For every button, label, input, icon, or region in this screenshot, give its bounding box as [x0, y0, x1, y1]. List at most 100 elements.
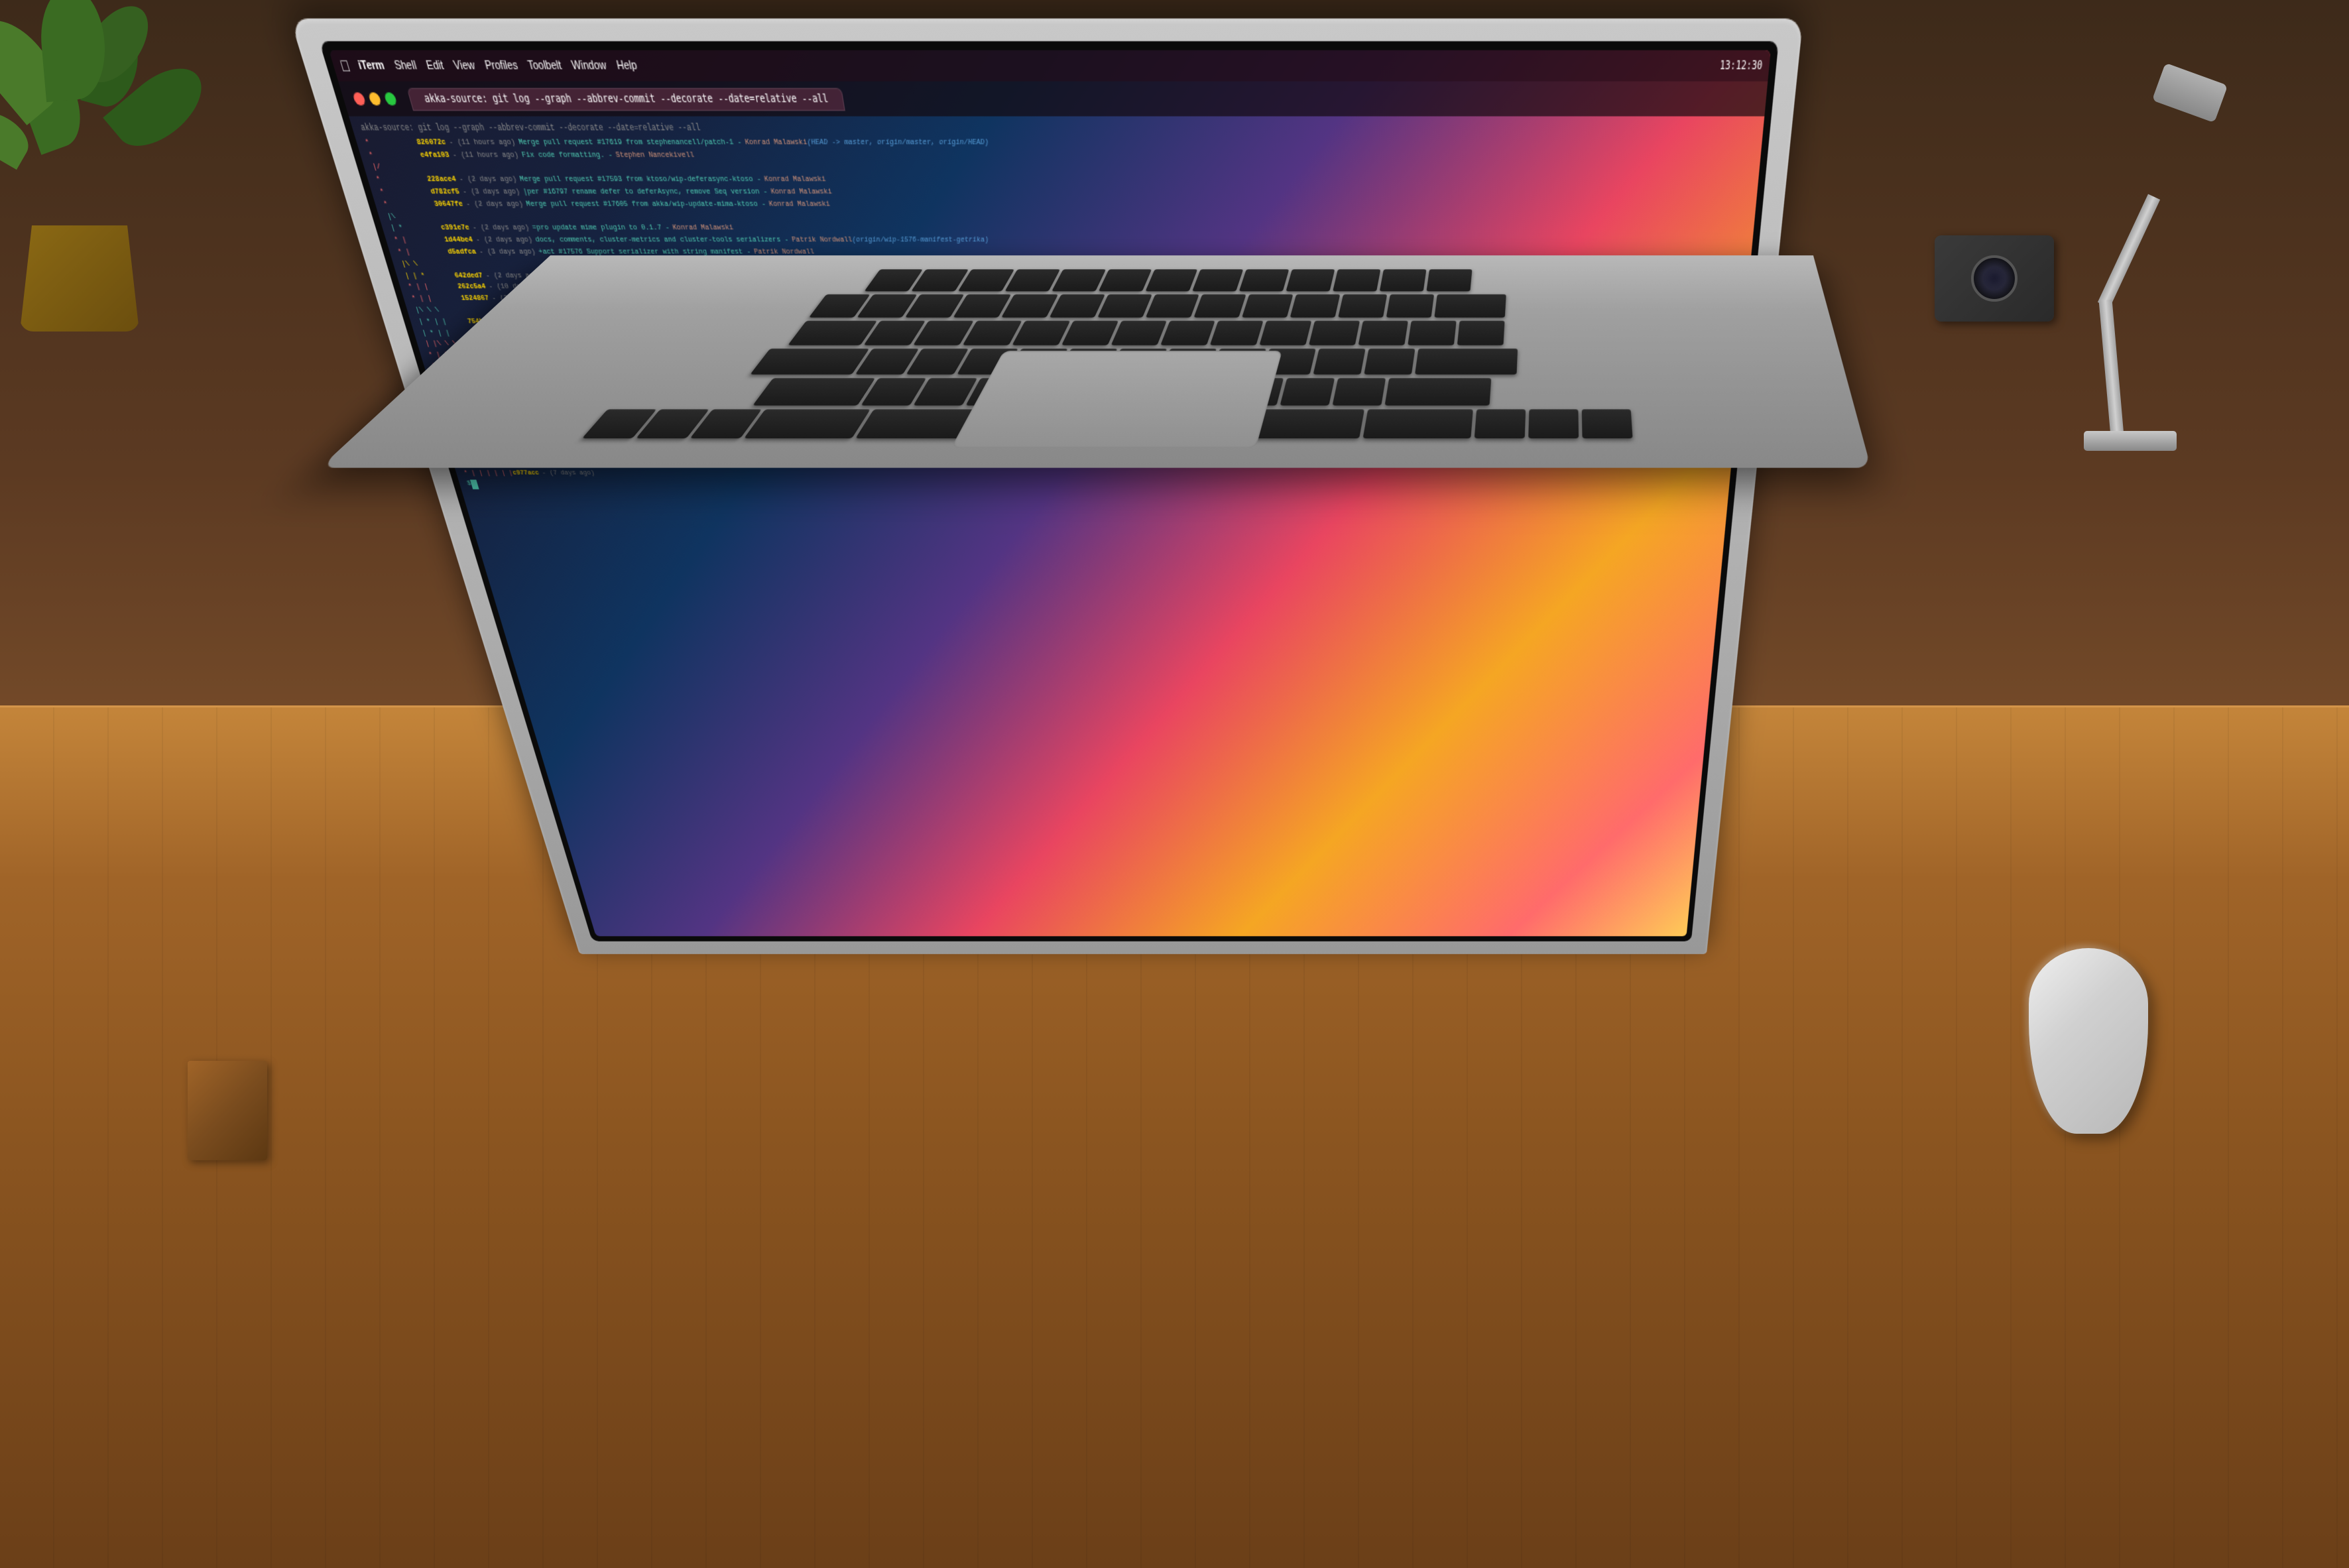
git-msg-2: Fix code formatting. -: [520, 151, 614, 162]
key-f11[interactable]: [1379, 269, 1426, 291]
key-5[interactable]: [1049, 294, 1105, 318]
screen-display:  iTerm Shell Edit View Profiles Toolbel…: [328, 50, 1770, 936]
key-period[interactable]: [1280, 378, 1335, 406]
maximize-button[interactable]: [383, 93, 397, 106]
key-shift-left[interactable]: [752, 378, 874, 406]
git-msg-4: |per #16797 rename defer to deferAsync, …: [522, 188, 768, 199]
traffic-lights: [351, 93, 397, 106]
key-cmd-left[interactable]: [744, 410, 871, 439]
key-arrow-left[interactable]: [1528, 410, 1579, 439]
key-6[interactable]: [1097, 294, 1152, 318]
key-4[interactable]: [1000, 294, 1057, 318]
macbook-laptop:  iTerm Shell Edit View Profiles Toolbel…: [347, 225, 1939, 1286]
git-time-1: - (11 hours ago): [448, 138, 516, 149]
key-cmd-right[interactable]: [1362, 410, 1473, 439]
git-author-23: [599, 469, 602, 479]
key-0[interactable]: [1290, 294, 1340, 318]
laptop-lid:  iTerm Shell Edit View Profiles Toolbel…: [290, 19, 1803, 954]
key-semicolon[interactable]: [1313, 349, 1365, 375]
key-minus[interactable]: [1337, 294, 1386, 318]
git-graph-5: *: [382, 200, 436, 211]
key-f9[interactable]: [1286, 269, 1335, 291]
key-o[interactable]: [1258, 321, 1311, 345]
git-msg-1: Merge pull request #17619 from stephenan…: [517, 138, 743, 149]
menu-edit[interactable]: Edit: [424, 60, 445, 73]
git-branch-7: (origin/wip-1576-manifest-getrika): [851, 236, 989, 247]
key-f12[interactable]: [1426, 269, 1472, 291]
camera-decoration: [1935, 235, 2067, 355]
key-r[interactable]: [1011, 321, 1069, 345]
key-equals[interactable]: [1386, 294, 1433, 318]
git-hash-6: c391e7e: [440, 224, 471, 235]
git-hash-11: 1524867: [459, 294, 490, 305]
git-line-4: * d782cf5 - (3 days ago) |per #16797 ren…: [379, 188, 1749, 199]
laptop-keyboard-area: [320, 256, 1871, 468]
minimize-button[interactable]: [367, 93, 382, 106]
desk-decoration-block: [188, 1061, 267, 1160]
key-arrow-right[interactable]: [1581, 410, 1632, 439]
terminal-cursor-line: $: [465, 480, 1721, 489]
key-f4[interactable]: [1052, 269, 1106, 291]
key-return[interactable]: [1415, 349, 1518, 375]
git-line-divider-1: |/: [371, 163, 1752, 174]
git-hash-23: c977acc: [511, 469, 540, 479]
key-f8[interactable]: [1238, 269, 1289, 291]
key-rbracket[interactable]: [1407, 321, 1456, 345]
laptop-screen-assembly:  iTerm Shell Edit View Profiles Toolbel…: [290, 19, 1803, 954]
git-graph-4: *: [379, 188, 433, 199]
apple-menu-icon[interactable]: : [337, 57, 352, 75]
key-f3[interactable]: [1004, 269, 1060, 291]
git-branch-1: (HEAD -> master, origin/master, origin/H…: [806, 138, 989, 149]
menu-profiles[interactable]: Profiles: [483, 60, 519, 73]
key-f6[interactable]: [1145, 269, 1197, 291]
lamp-arm-lower: [2099, 300, 2124, 433]
key-delete[interactable]: [1433, 294, 1505, 318]
git-hash-3: 228ace4: [426, 175, 457, 186]
key-9[interactable]: [1241, 294, 1292, 318]
key-slash[interactable]: [1332, 378, 1386, 406]
git-time-7: - (2 days ago): [475, 236, 534, 247]
key-quote[interactable]: [1364, 349, 1415, 375]
git-line-6: | * c391e7e - (2 days ago) =pro update m…: [389, 224, 1746, 235]
git-time-23: - (7 days ago): [541, 469, 596, 479]
close-button[interactable]: [351, 93, 366, 106]
menu-bar:  iTerm Shell Edit View Profiles Toolbel…: [328, 50, 1770, 82]
git-graph-12: | * | |: [417, 318, 469, 328]
key-f5[interactable]: [1098, 269, 1151, 291]
git-graph-d2: |\: [386, 212, 440, 223]
git-graph-9: | | *: [403, 271, 456, 282]
key-7[interactable]: [1145, 294, 1199, 318]
menu-help[interactable]: Help: [615, 60, 638, 73]
menu-toolbelt[interactable]: Toolbelt: [526, 60, 563, 73]
key-i[interactable]: [1209, 321, 1263, 345]
laptop-trackpad[interactable]: [951, 351, 1282, 448]
key-capslock[interactable]: [750, 349, 869, 375]
git-author-5: Konrad Malawski: [768, 200, 831, 211]
git-time-3: - (2 days ago): [458, 175, 518, 186]
key-p[interactable]: [1308, 321, 1359, 345]
menu-view[interactable]: View: [452, 60, 477, 73]
key-tab[interactable]: [787, 321, 876, 345]
menu-items-group: iTerm Shell Edit View Profiles Toolbelt …: [356, 60, 638, 73]
terminal-tab[interactable]: akka-source: git log --graph --abbrev-co…: [406, 88, 844, 111]
key-8[interactable]: [1193, 294, 1246, 318]
key-backslash[interactable]: [1457, 321, 1504, 345]
git-author-1: Konrad Malawski: [744, 138, 808, 149]
menu-shell[interactable]: Shell: [392, 60, 418, 73]
key-u[interactable]: [1160, 321, 1214, 345]
key-shift-right[interactable]: [1384, 378, 1491, 406]
menu-window[interactable]: Window: [570, 60, 607, 73]
key-f10[interactable]: [1333, 269, 1380, 291]
keyboard-row-3: [492, 321, 1797, 345]
git-line-2: * e4fa103 - (11 hours ago) Fix code form…: [367, 151, 1752, 162]
key-y[interactable]: [1111, 321, 1166, 345]
git-hash-5: 30647fe: [433, 200, 465, 211]
git-time-2: - (11 hours ago): [451, 151, 520, 162]
terminal-content-area[interactable]: akka-source: git log --graph --abbrev-co…: [349, 117, 1764, 937]
git-graph-3: *: [375, 175, 429, 186]
git-line-7: * | 1d44be4 - (2 days ago) docs, comment…: [392, 236, 1744, 247]
key-t[interactable]: [1061, 321, 1118, 345]
key-f7[interactable]: [1192, 269, 1243, 291]
key-alt-right[interactable]: [1474, 410, 1525, 439]
key-lbracket[interactable]: [1358, 321, 1408, 345]
